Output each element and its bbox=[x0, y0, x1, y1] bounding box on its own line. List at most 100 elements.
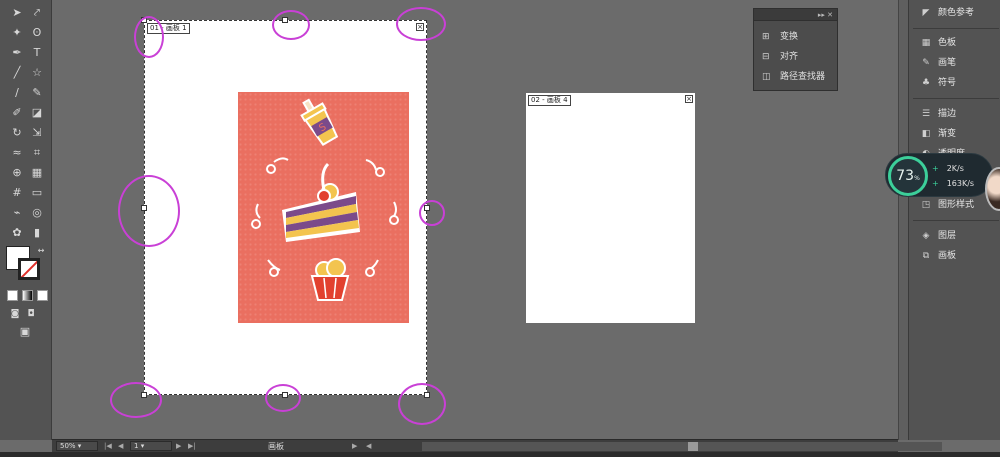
artboards-item[interactable]: ⧉ 画板 bbox=[919, 247, 956, 265]
star-tool-icon[interactable]: ☆ bbox=[28, 65, 46, 81]
line-tool-icon[interactable]: ╱ bbox=[8, 65, 26, 81]
gradient-mode-icon[interactable] bbox=[22, 290, 33, 301]
pen-tool-icon[interactable]: ✒ bbox=[8, 45, 26, 61]
prev-artboard-icon[interactable]: ◀ bbox=[118, 441, 123, 452]
zoom-value: 50% bbox=[60, 442, 76, 450]
none-mode-icon[interactable] bbox=[37, 290, 48, 301]
panel-header[interactable]: ▸▸ ✕ bbox=[754, 9, 837, 21]
upload-speed-value: 2K/s bbox=[946, 164, 964, 173]
layers-icon: ◈ bbox=[922, 231, 930, 241]
graphic-styles-item[interactable]: ◳ 图形样式 bbox=[919, 196, 974, 214]
right-dock-scrollbar[interactable] bbox=[898, 0, 908, 440]
width-tool-icon[interactable]: ≈ bbox=[8, 145, 26, 161]
divider bbox=[913, 98, 999, 99]
brushes-item[interactable]: ✎ 画笔 bbox=[919, 54, 956, 72]
align-icon: ⊟ bbox=[762, 52, 770, 62]
download-speed: +163K/s bbox=[932, 179, 974, 188]
perspective-grid-tool-icon[interactable]: ▦ bbox=[28, 165, 46, 181]
gradient-tool-icon[interactable]: ▭ bbox=[28, 185, 46, 201]
tools-panel: ➤ ⤤ ✦ ʘ ✒ T ╱ ☆ ∕ ✎ ✐ ◪ ↻ ⇲ ≈ ⌗ ⊕ ▦ # ▭ … bbox=[0, 0, 52, 440]
eraser-tool-icon[interactable]: ◪ bbox=[28, 105, 46, 121]
download-speed-value: 163K/s bbox=[946, 179, 975, 188]
scale-tool-icon[interactable]: ⇲ bbox=[28, 125, 46, 141]
transform-panel-item[interactable]: ⊞ 变换 bbox=[762, 29, 798, 45]
divider bbox=[913, 220, 999, 221]
current-tool-label: 画板 bbox=[268, 442, 284, 451]
cake-poster[interactable]: S bbox=[238, 92, 409, 323]
screen-mode-icon[interactable]: ▣ bbox=[16, 324, 34, 340]
status-menu-icon[interactable]: ▶ bbox=[352, 441, 357, 452]
scroll-left-icon[interactable]: ◀ bbox=[366, 441, 371, 452]
blob-brush-tool-icon[interactable]: ✐ bbox=[8, 105, 26, 121]
shape-builder-tool-icon[interactable]: ⊕ bbox=[8, 165, 26, 181]
transform-label: 变换 bbox=[780, 32, 799, 42]
upload-speed: +2K/s bbox=[932, 164, 964, 173]
selection-tool-icon[interactable]: ➤ bbox=[8, 5, 26, 21]
floating-panel-group: ▸▸ ✕ ⊞ 变换 ⊟ 对齐 ◫ 路径查找器 bbox=[753, 8, 838, 91]
artboards-label: 画板 bbox=[938, 251, 957, 261]
swatches-icon: ▦ bbox=[921, 38, 931, 48]
zoom-select[interactable]: 50% ▾ bbox=[56, 441, 98, 451]
bottom-edge bbox=[0, 452, 1000, 457]
swap-fill-stroke-icon[interactable]: ↔ bbox=[32, 243, 50, 259]
graphic-styles-label: 图形样式 bbox=[938, 200, 975, 210]
symbols-icon: ♣ bbox=[921, 78, 931, 88]
stroke-swatch[interactable] bbox=[18, 258, 40, 280]
draw-behind-icon[interactable]: ◘ bbox=[22, 306, 40, 322]
usage-percent: 73 bbox=[896, 168, 915, 184]
artboard-4-close-icon[interactable]: × bbox=[685, 95, 693, 103]
magic-wand-tool-icon[interactable]: ✦ bbox=[8, 25, 26, 41]
highlight-mark bbox=[398, 383, 446, 425]
gradient-item[interactable]: ◧ 渐变 bbox=[919, 125, 956, 143]
stroke-icon: ☰ bbox=[921, 109, 931, 119]
symbols-label: 符号 bbox=[938, 78, 957, 88]
align-panel-item[interactable]: ⊟ 对齐 bbox=[762, 49, 798, 65]
color-mode-icon[interactable] bbox=[7, 290, 18, 301]
stroke-label: 描边 bbox=[938, 109, 957, 119]
horizontal-scrollbar[interactable] bbox=[422, 442, 942, 451]
symbols-item[interactable]: ♣ 符号 bbox=[919, 74, 956, 92]
column-graph-tool-icon[interactable]: ▮ bbox=[28, 225, 46, 241]
artboard-4[interactable]: 02 - 画板 4 × bbox=[526, 93, 695, 323]
pathfinder-label: 路径查找器 bbox=[780, 72, 826, 82]
pencil-tool-icon[interactable]: ✎ bbox=[28, 85, 46, 101]
pathfinder-icon: ◫ bbox=[762, 72, 771, 82]
align-label: 对齐 bbox=[780, 52, 799, 62]
right-panel-dock: ◤颜色参考 ▦色板 ✎画笔 ♣符号 ☰描边 ◧渐变 ◐透明度 ◳图形样式 ◈图层… bbox=[908, 0, 1000, 440]
next-artboard-icon[interactable]: ▶ bbox=[176, 441, 181, 452]
swatches-item[interactable]: ▦ 色板 bbox=[919, 34, 956, 52]
free-transform-tool-icon[interactable]: ⌗ bbox=[28, 145, 46, 161]
pathfinder-panel-item[interactable]: ◫ 路径查找器 bbox=[762, 69, 825, 85]
artboards-icon: ⧉ bbox=[922, 251, 930, 261]
type-tool-icon[interactable]: T bbox=[28, 45, 46, 61]
eyedropper-tool-icon[interactable]: ⌁ bbox=[8, 205, 26, 221]
last-artboard-icon[interactable]: ▶| bbox=[188, 441, 196, 452]
layers-label: 图层 bbox=[938, 231, 957, 241]
highlight-mark bbox=[134, 16, 164, 58]
direct-selection-tool-icon[interactable]: ⤤ bbox=[28, 5, 46, 21]
upload-arrow-icon: + bbox=[932, 164, 939, 173]
layers-item[interactable]: ◈ 图层 bbox=[919, 227, 956, 245]
blend-tool-icon[interactable]: ◎ bbox=[28, 205, 46, 221]
color-guide-icon: ◤ bbox=[922, 8, 930, 18]
artboard-number-select[interactable]: 1 ▾ bbox=[130, 441, 172, 451]
download-arrow-icon: + bbox=[932, 179, 939, 188]
mesh-tool-icon[interactable]: # bbox=[8, 185, 26, 201]
paintbrush-tool-icon[interactable]: ∕ bbox=[8, 85, 26, 101]
color-guide-item[interactable]: ◤ 颜色参考 bbox=[919, 4, 974, 22]
status-bar: 50% ▾ |◀ ◀ 1 ▾ ▶ ▶| 画板 ▶ ◀ bbox=[52, 439, 942, 452]
horizontal-scroll-thumb[interactable] bbox=[688, 442, 698, 451]
swatches-label: 色板 bbox=[938, 38, 957, 48]
gradient-label: 渐变 bbox=[938, 129, 957, 139]
highlight-mark bbox=[265, 384, 301, 412]
network-usage-gauge: 73% bbox=[888, 156, 928, 196]
highlight-mark bbox=[396, 7, 446, 41]
lasso-tool-icon[interactable]: ʘ bbox=[28, 25, 46, 41]
transform-icon: ⊞ bbox=[762, 32, 770, 42]
symbol-sprayer-tool-icon[interactable]: ✿ bbox=[8, 225, 26, 241]
first-artboard-icon[interactable]: |◀ bbox=[104, 441, 112, 452]
stroke-item[interactable]: ☰ 描边 bbox=[919, 105, 956, 123]
highlight-mark bbox=[118, 175, 180, 247]
brushes-label: 画笔 bbox=[938, 58, 957, 68]
rotate-tool-icon[interactable]: ↻ bbox=[8, 125, 26, 141]
